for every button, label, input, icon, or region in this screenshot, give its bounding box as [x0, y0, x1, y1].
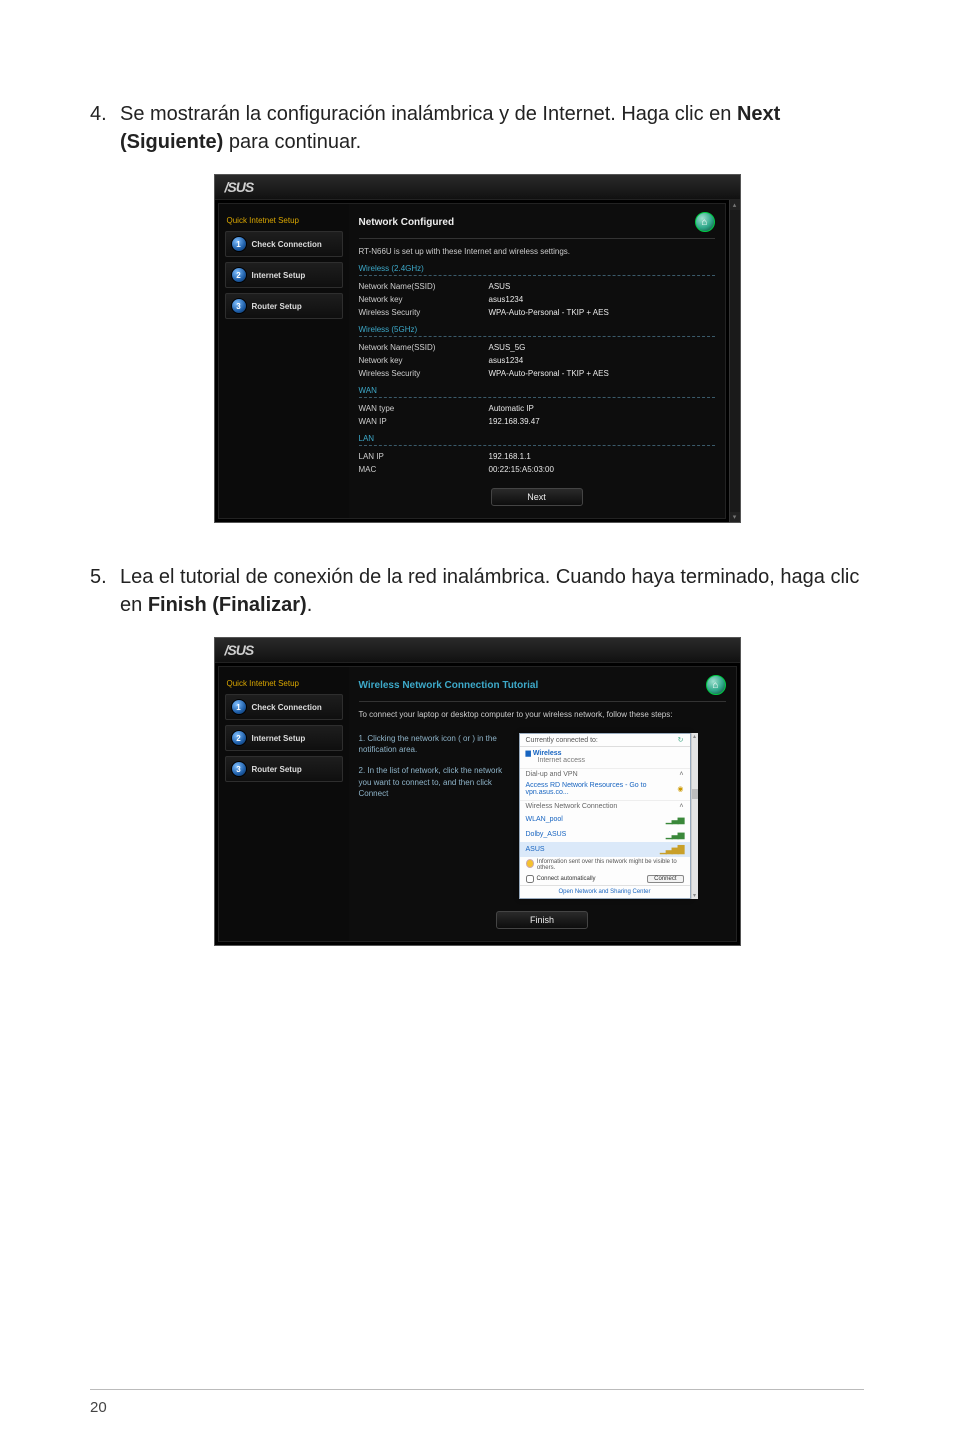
signal-icon: ▁▃▅ [666, 829, 684, 840]
network-entry[interactable]: WLAN_pool [526, 816, 563, 823]
panel-title: Network Configured [359, 217, 455, 228]
open-network-center-link[interactable]: Open Network and Sharing Center [520, 885, 690, 898]
home-icon[interactable]: ⌂ [695, 212, 715, 232]
scroll-up-icon[interactable]: ▴ [730, 200, 740, 210]
popup-warning: Information sent over this network might… [520, 857, 690, 873]
kv-row: Network keyasus1234 [359, 293, 715, 306]
connect-auto-checkbox[interactable]: Connect automatically [526, 875, 596, 883]
brand-logo: /SUS [215, 175, 740, 200]
scroll-up-icon[interactable]: ▴ [692, 733, 698, 740]
tutorial-steps-text: 1. Clicking the network icon ( or ) in t… [359, 733, 509, 899]
chevron-up-icon[interactable]: ˄ [679, 771, 683, 778]
step-5: 5. Lea el tutorial de conexión de la red… [90, 563, 864, 619]
scroll-down-icon[interactable]: ▾ [692, 892, 698, 899]
step-badge-1-icon: 1 [231, 236, 247, 252]
kv-row: WAN IP192.168.39.47 [359, 415, 715, 428]
network-entry-selected[interactable]: ASUS [526, 846, 545, 853]
sidebar-item-internet-setup[interactable]: 2 Internet Setup [225, 262, 343, 288]
sidebar: Quick Intetnet Setup 1 Check Connection … [219, 667, 349, 941]
kv-row: Network Name(SSID)ASUS [359, 280, 715, 293]
sidebar-item-label: Internet Setup [252, 734, 306, 743]
sidebar-item-check-connection[interactable]: 1 Check Connection [225, 694, 343, 720]
step-badge-1-icon: 1 [231, 699, 247, 715]
sidebar-item-label: Internet Setup [252, 271, 306, 280]
sidebar-title: Quick Intetnet Setup [225, 673, 343, 694]
step-badge-3-icon: 3 [231, 761, 247, 777]
sidebar-item-label: Check Connection [252, 703, 322, 712]
step-badge-2-icon: 2 [231, 267, 247, 283]
main-panel: Wireless Network Connection Tutorial ⌂ T… [349, 667, 736, 941]
sidebar-item-router-setup[interactable]: 3 Router Setup [225, 756, 343, 782]
kv-row: Wireless SecurityWPA-Auto-Personal - TKI… [359, 367, 715, 380]
next-button[interactable]: Next [491, 488, 583, 506]
panel-intro: To connect your laptop or desktop comput… [359, 710, 726, 719]
sidebar-item-check-connection[interactable]: 1 Check Connection [225, 231, 343, 257]
sidebar-item-label: Router Setup [252, 302, 302, 311]
sidebar-title: Quick Intetnet Setup [225, 210, 343, 231]
step-badge-3-icon: 3 [231, 298, 247, 314]
home-icon[interactable]: ⌂ [706, 675, 726, 695]
network-entry[interactable]: Dolby_ASUS [526, 831, 567, 838]
scrollbar[interactable]: ▴ ▾ [729, 200, 740, 522]
section-lan: LAN [359, 434, 715, 446]
popup-currently-label: Currently connected to: [526, 737, 598, 744]
signal-icon: ▁▃▅▇ [660, 844, 684, 855]
popup-connection-sub: Internet access [526, 757, 585, 764]
screenshot-connection-tutorial: /SUS Quick Intetnet Setup 1 Check Connec… [214, 637, 741, 946]
refresh-icon[interactable]: ↻ [678, 736, 684, 744]
chevron-up-icon[interactable]: ˄ [679, 803, 683, 810]
section-wireless-24: Wireless (2.4GHz) [359, 264, 715, 276]
screenshot-network-configured: /SUS Quick Intetnet Setup 1 Check Connec… [214, 174, 741, 523]
vpn-icon: ◉ [677, 785, 683, 793]
vpn-entry[interactable]: Access RD Network Resources - Go to vpn.… [526, 782, 678, 796]
section-wireless-5: Wireless (5GHz) [359, 325, 715, 337]
popup-dialup-label: Dial-up and VPN [526, 771, 578, 778]
sidebar-item-internet-setup[interactable]: 2 Internet Setup [225, 725, 343, 751]
kv-row: LAN IP192.168.1.1 [359, 450, 715, 463]
popup-connection-name: Wireless [533, 750, 562, 757]
network-icon: ▆ [526, 750, 533, 757]
step-4: 4. Se mostrarán la configuración inalámb… [90, 100, 864, 156]
panel-intro: RT-N66U is set up with these Internet an… [359, 247, 715, 256]
step-4-number: 4. [90, 100, 120, 156]
windows-network-popup: Currently connected to: ↻ ▆ Wireless Int… [519, 733, 691, 899]
sidebar: Quick Intetnet Setup 1 Check Connection … [219, 204, 349, 518]
sidebar-item-label: Router Setup [252, 765, 302, 774]
step-badge-2-icon: 2 [231, 730, 247, 746]
kv-row: Network Name(SSID)ASUS_5G [359, 341, 715, 354]
kv-row: Wireless SecurityWPA-Auto-Personal - TKI… [359, 306, 715, 319]
connect-button[interactable]: Connect [647, 875, 683, 883]
panel-title: Wireless Network Connection Tutorial [359, 680, 539, 691]
finish-button[interactable]: Finish [496, 911, 588, 929]
page-number: 20 [90, 1399, 107, 1416]
brand-logo: /SUS [215, 638, 740, 663]
popup-scrollbar[interactable]: ▴ ▾ [691, 733, 698, 899]
popup-wnc-label: Wireless Network Connection [526, 803, 618, 810]
kv-row: WAN typeAutomatic IP [359, 402, 715, 415]
footer-divider [90, 1389, 864, 1390]
step-5-text: Lea el tutorial de conexión de la red in… [120, 563, 864, 619]
scroll-down-icon[interactable]: ▾ [730, 512, 740, 522]
main-panel: Network Configured ⌂ RT-N66U is set up w… [349, 204, 725, 518]
section-wan: WAN [359, 386, 715, 398]
step-4-text: Se mostrarán la configuración inalámbric… [120, 100, 864, 156]
step-5-number: 5. [90, 563, 120, 619]
kv-row: MAC00:22:15:A5:03:00 [359, 463, 715, 476]
sidebar-item-router-setup[interactable]: 3 Router Setup [225, 293, 343, 319]
signal-icon: ▁▃▅ [666, 814, 684, 825]
warning-icon [526, 859, 534, 868]
scroll-thumb[interactable] [692, 789, 698, 799]
kv-row: Network keyasus1234 [359, 354, 715, 367]
sidebar-item-label: Check Connection [252, 240, 322, 249]
